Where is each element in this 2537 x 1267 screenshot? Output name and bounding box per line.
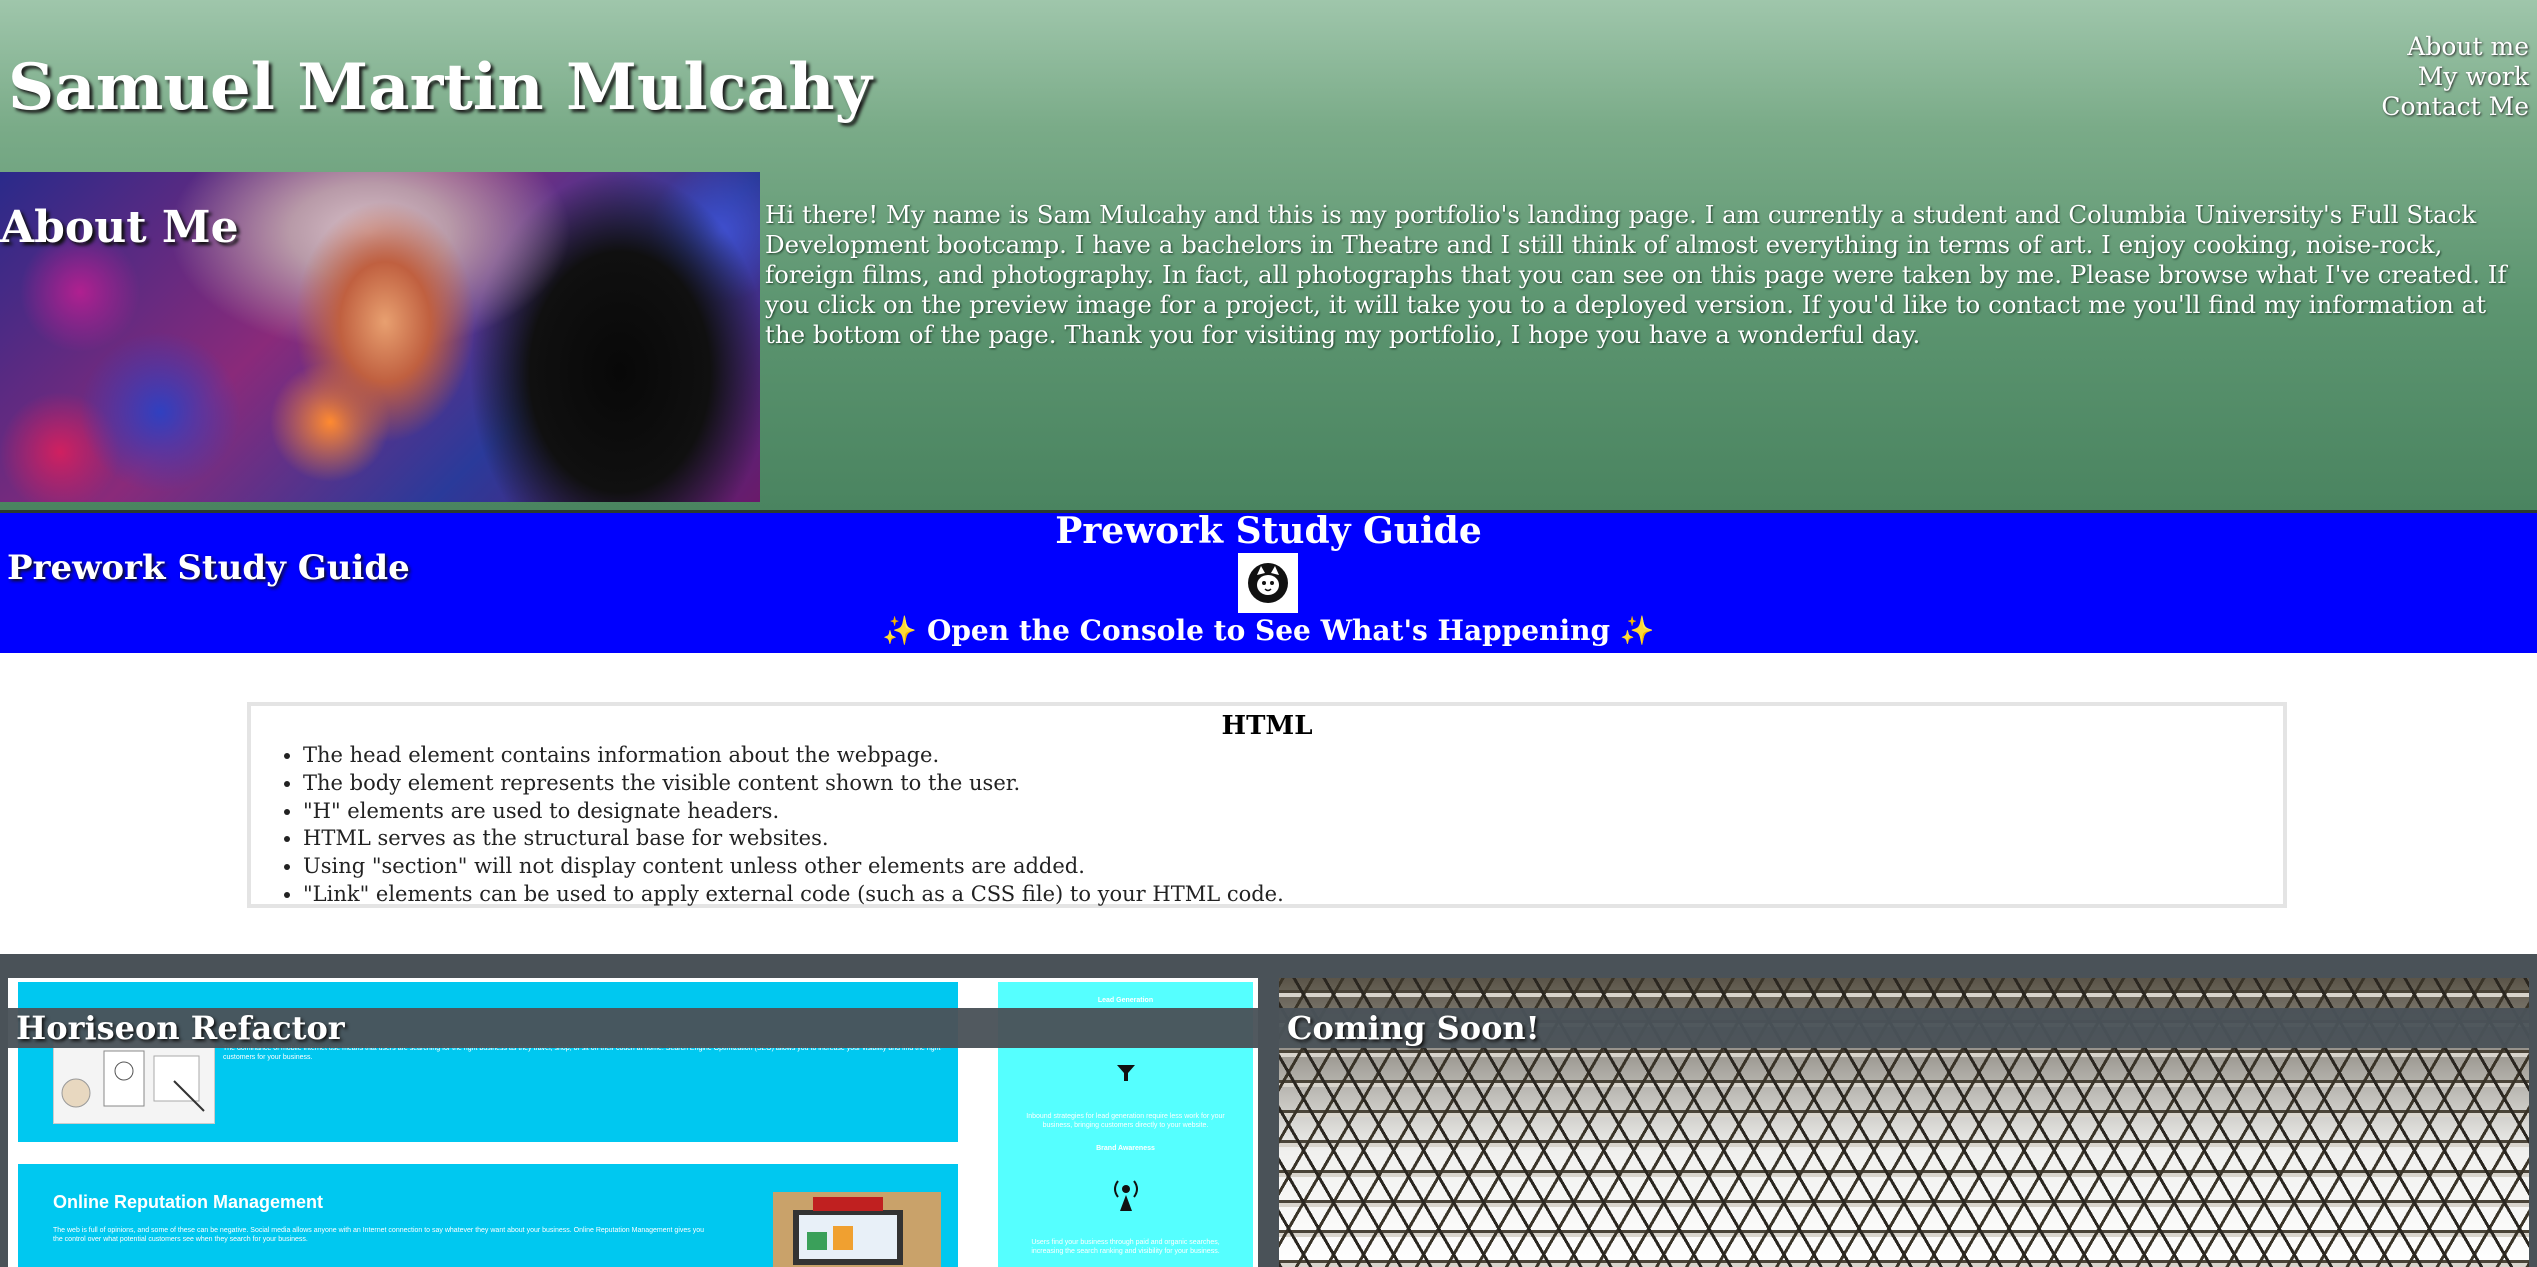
- preview-laptop-image: [773, 1192, 941, 1267]
- nav-link-contact-me[interactable]: Contact Me: [2381, 92, 2529, 122]
- list-item: "H" elements are used to designate heade…: [303, 798, 1284, 826]
- prework-section-label: Prework Study Guide: [7, 548, 410, 588]
- list-item: "Link" elements can be used to apply ext…: [303, 881, 1284, 909]
- html-study-card: HTML The head element contains informati…: [247, 702, 2287, 908]
- list-item: The body element represents the visible …: [303, 770, 1284, 798]
- preview-seo-panel: The dominance of mobile internet use mea…: [18, 982, 958, 1142]
- preview-side-text-2: Users find your business through paid an…: [1031, 1239, 1220, 1255]
- list-item: HTML serves as the structural base for w…: [303, 825, 1284, 853]
- main-nav: About me My work Contact Me: [2381, 32, 2529, 122]
- list-item: Using "section" will not display content…: [303, 853, 1284, 881]
- html-notes-list: The head element contains information ab…: [251, 742, 1284, 909]
- preview-reputation-heading: Online Reputation Management: [53, 1192, 324, 1212]
- preview-reputation-text: The web is full of opinions, and some of…: [53, 1227, 704, 1243]
- project-label-horiseon: Horiseon Refactor: [8, 1008, 1258, 1048]
- list-item: The head element contains information ab…: [303, 742, 1284, 770]
- site-header: Samuel Martin Mulcahy About me My work C…: [0, 0, 2537, 513]
- portrait-photo: About Me: [0, 172, 760, 502]
- cat-logo-icon: [1238, 553, 1298, 613]
- projects-section: The dominance of mobile internet use mea…: [0, 954, 2537, 1267]
- preview-side-heading-1: Lead Generation: [1097, 997, 1154, 1004]
- prework-title: Prework Study Guide: [1055, 510, 1482, 552]
- project-card-horiseon[interactable]: The dominance of mobile internet use mea…: [8, 978, 1258, 1267]
- preview-side-text-1: Inbound strategies for lead generation r…: [1026, 1113, 1225, 1129]
- sparkle-icon: ✨: [882, 614, 918, 647]
- nav-link-my-work[interactable]: My work: [2381, 62, 2529, 92]
- about-me-text: Hi there! My name is Sam Mulcahy and thi…: [765, 200, 2507, 349]
- funnel-icon: [1116, 1063, 1136, 1088]
- sparkle-icon: ✨: [1619, 614, 1655, 647]
- preview-side-heading-2: Brand Awareness: [1096, 1145, 1155, 1152]
- card-heading: HTML: [1221, 711, 1313, 741]
- console-note-text: Open the Console to See What's Happening: [926, 614, 1611, 647]
- project-card-coming-soon[interactable]: Coming Soon!: [1279, 978, 2529, 1267]
- console-note: ✨ Open the Console to See What's Happeni…: [0, 613, 2537, 649]
- nav-link-about-me[interactable]: About me: [2381, 32, 2529, 62]
- project-label-coming-soon: Coming Soon!: [1279, 1008, 2529, 1048]
- broadcast-icon: [1106, 1173, 1146, 1218]
- preview-sketch-image: [53, 1040, 215, 1124]
- site-title: Samuel Martin Mulcahy: [8, 50, 872, 125]
- preview-reputation-panel: Online Reputation Management The web is …: [18, 1164, 958, 1267]
- about-me-heading: About Me: [0, 202, 239, 253]
- prework-section: Prework Study Guide Prework Study Guide …: [0, 513, 2537, 653]
